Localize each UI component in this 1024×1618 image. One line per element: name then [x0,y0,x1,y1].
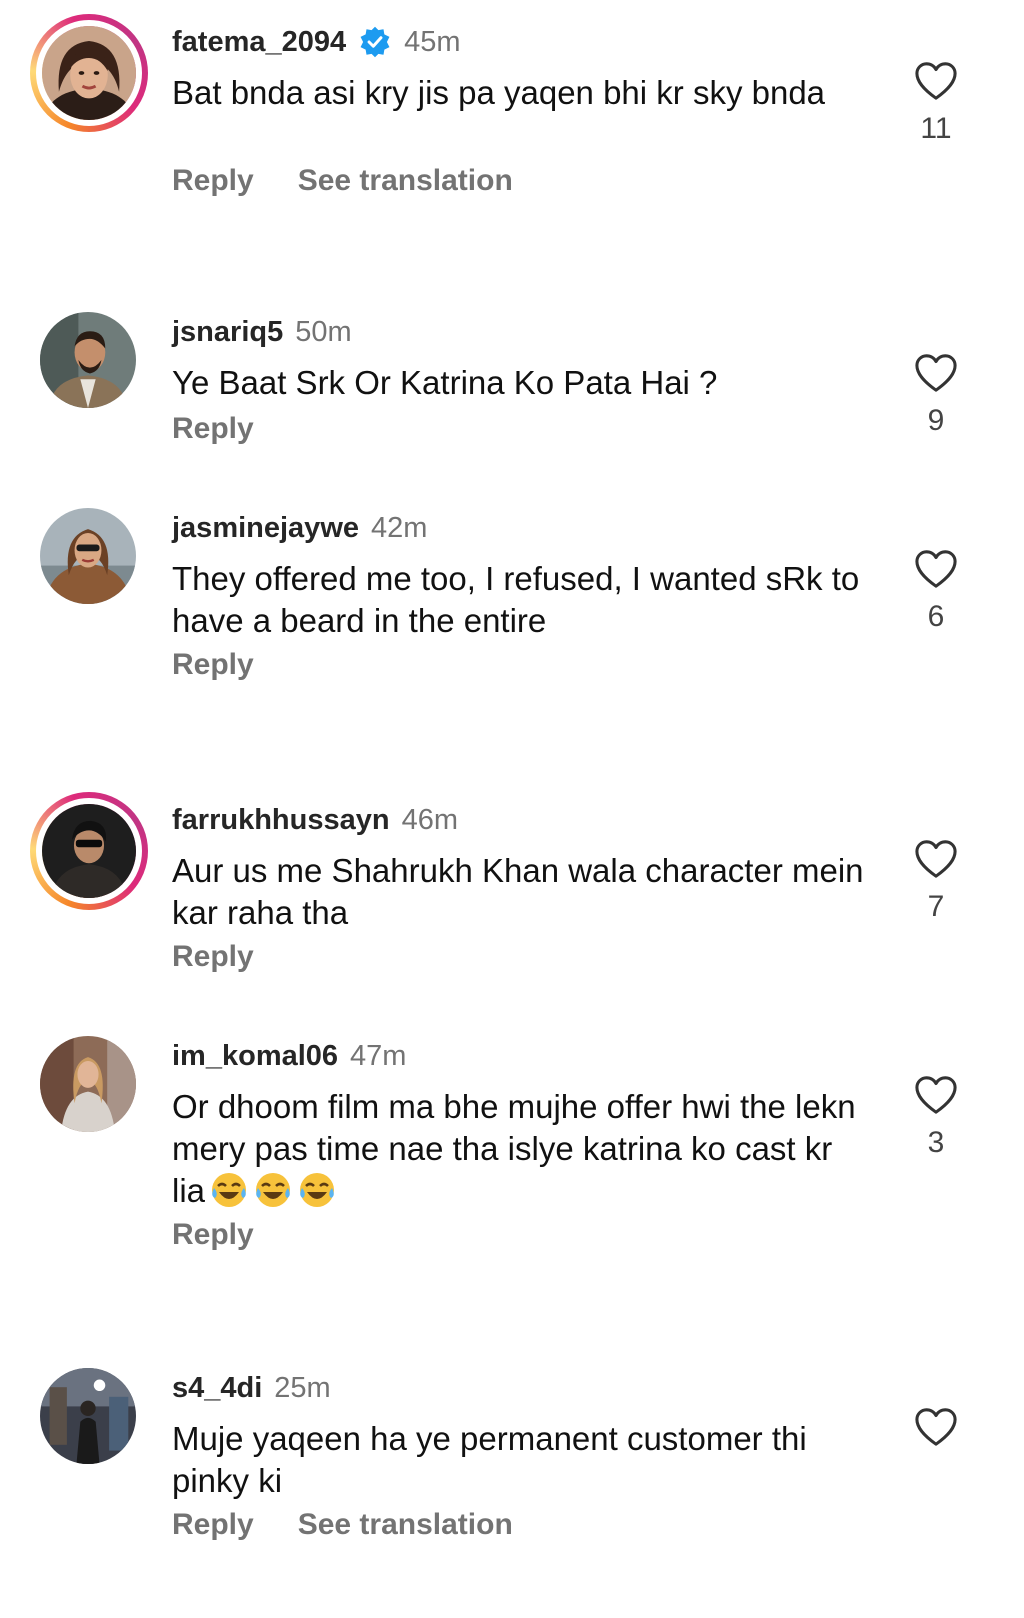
comment-username[interactable]: jasminejaywe [172,512,359,545]
heart-icon[interactable] [913,60,959,102]
like-count: 11 [920,112,952,145]
like-count: 6 [927,600,945,633]
like-control: 11 [910,60,962,146]
comment-text: Ye Baat Srk Or Katrina Ko Pata Hai ? [172,364,718,401]
avatar-woman-photo-icon [42,26,136,120]
story-ring[interactable] [30,14,148,132]
see-translation-button[interactable]: See translation [298,164,513,198]
avatar-person-night-photo-icon [40,1368,136,1464]
reply-button[interactable]: Reply [172,940,254,974]
comment-text: They offered me too, I refused, I wanted… [172,560,860,639]
heart-icon[interactable] [913,548,959,590]
like-count: 3 [927,1126,945,1159]
avatar-wrapper[interactable] [40,1036,136,1132]
avatar[interactable] [40,312,136,408]
like-count: 9 [927,404,945,437]
heart-icon[interactable] [913,1406,959,1448]
comment-text: Bat bnda asi kry jis pa yaqen bhi kr sky… [172,74,826,111]
tears-of-joy-emoji-icon [256,1173,291,1207]
like-control: 7 [910,838,962,924]
comment-timestamp: 46m [401,803,458,836]
comment-timestamp: 47m [350,1039,407,1072]
avatar-wrapper[interactable] [40,312,136,408]
avatar-wrapper[interactable] [40,508,136,604]
reply-button[interactable]: Reply [172,648,254,682]
like-control: 3 [910,1074,962,1160]
reply-button[interactable]: Reply [172,1508,254,1542]
avatar-man-sunglasses-photo-icon [42,804,136,898]
tears-of-joy-emoji-group [205,1172,337,1209]
comment-username[interactable]: im_komal06 [172,1040,338,1073]
comment-username[interactable]: jsnariq5 [172,316,283,349]
see-translation-button[interactable]: See translation [298,1508,513,1542]
comment-timestamp: 25m [274,1371,331,1404]
like-count: 7 [927,890,945,923]
tears-of-joy-emoji-icon [300,1173,335,1207]
verified-badge-icon [360,26,390,58]
comment-timestamp: 45m [404,25,461,58]
comment-timestamp: 50m [295,315,352,348]
comment-username[interactable]: fatema_2094 [172,26,346,59]
heart-icon[interactable] [913,838,959,880]
avatar-woman-fur-photo-icon [40,508,136,604]
avatar[interactable] [36,20,142,126]
avatar[interactable] [36,798,142,904]
like-control: 6 [910,548,962,634]
comment-text: Aur us me Shahrukh Khan wala character m… [172,852,864,931]
heart-icon[interactable] [913,1074,959,1116]
tears-of-joy-emoji-icon [212,1173,247,1207]
avatar[interactable] [40,1036,136,1132]
comment-username[interactable]: farrukhhussayn [172,804,390,837]
avatar-wrapper[interactable] [40,1368,136,1464]
avatar[interactable] [40,508,136,604]
heart-icon[interactable] [913,352,959,394]
reply-button[interactable]: Reply [172,164,254,198]
reply-button[interactable]: Reply [172,412,254,446]
comment-timestamp: 42m [371,511,428,544]
reply-button[interactable]: Reply [172,1218,254,1252]
comment-username[interactable]: s4_4di [172,1372,262,1405]
story-ring[interactable] [30,792,148,910]
comment-text: Or dhoom film ma bhe mujhe offer hwi the… [172,1086,872,1212]
comment-text: Muje yaqeen ha ye permanent customer thi… [172,1420,807,1499]
like-control: 9 [910,352,962,438]
avatar-man-suit-photo-icon [40,312,136,408]
like-control [910,1406,962,1458]
avatar[interactable] [40,1368,136,1464]
avatar-woman-street-photo-icon [40,1036,136,1132]
